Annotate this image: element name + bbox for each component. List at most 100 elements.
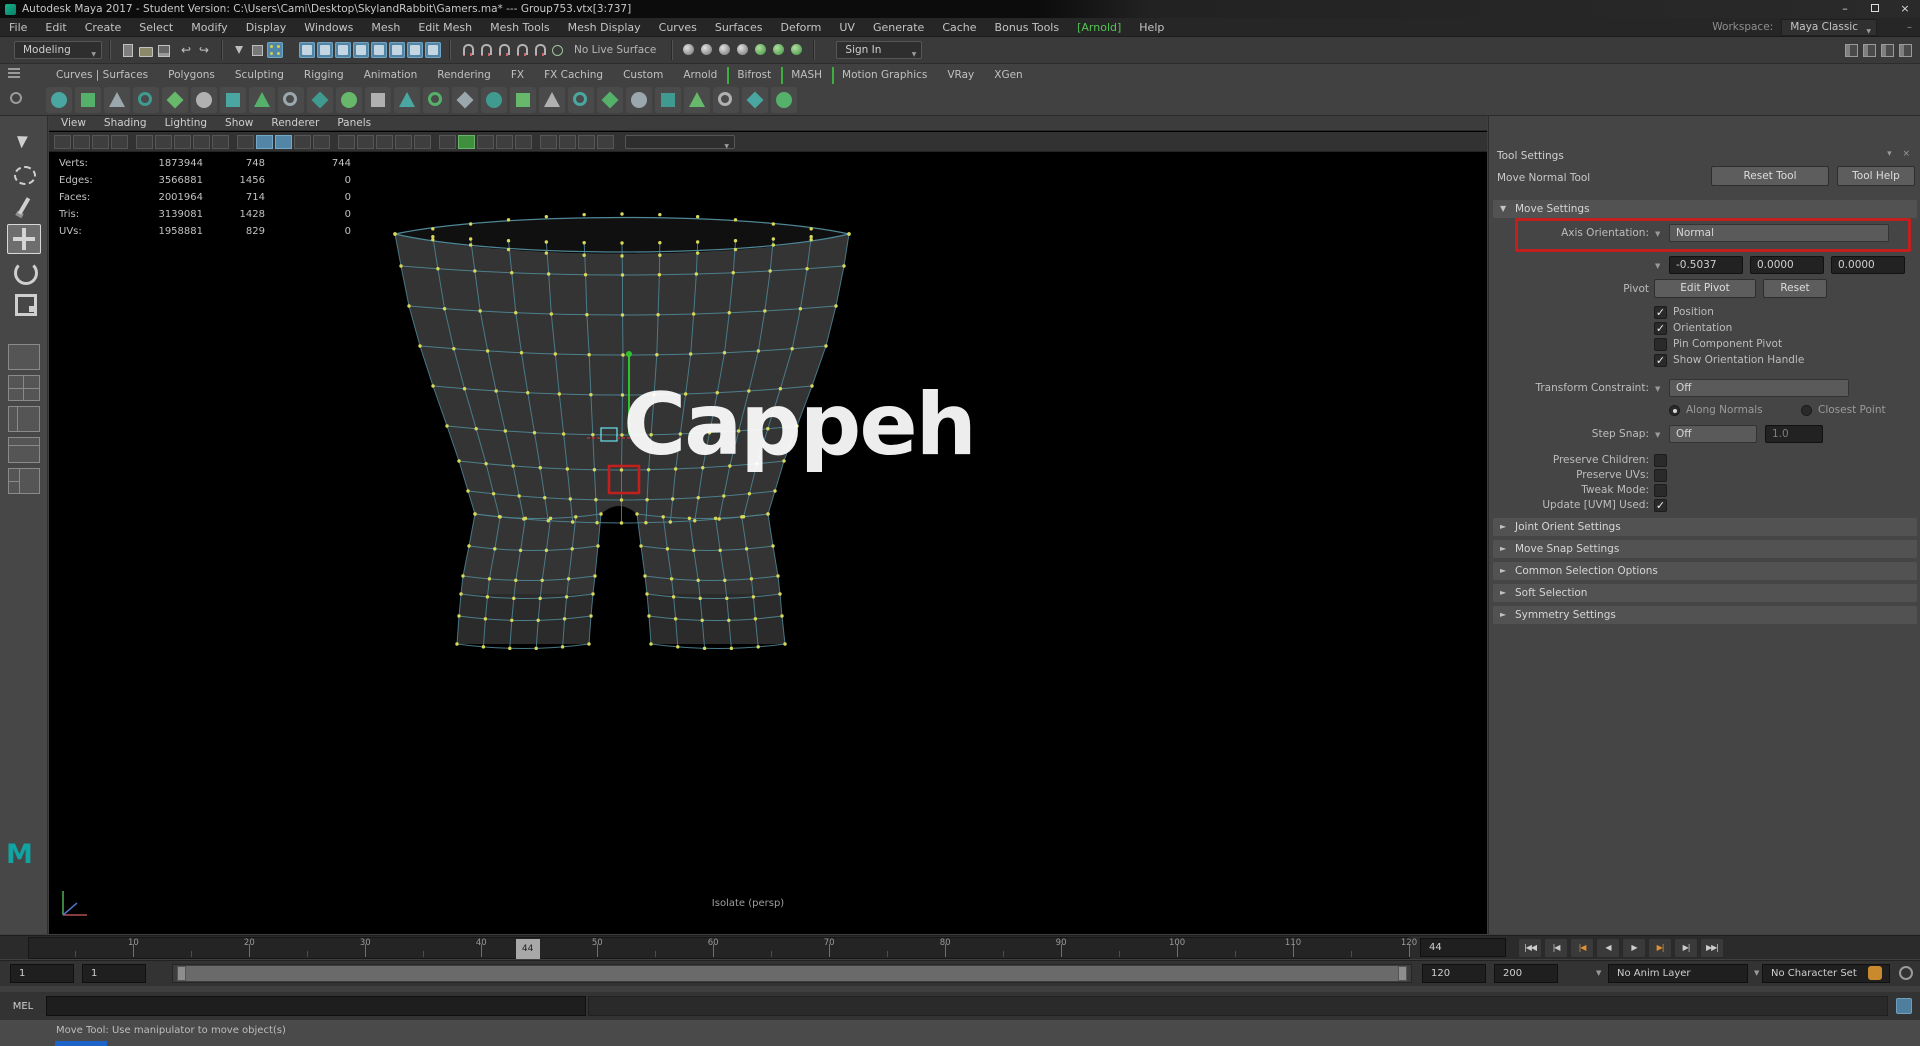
select-object-icon[interactable] [249,42,265,58]
axis-y-field[interactable]: 0.0000 [1750,256,1824,274]
viewport-menu-shading[interactable]: Shading [104,117,147,129]
workspace-selector[interactable]: Maya Classic [1781,19,1877,36]
shelf-cube-icon[interactable] [75,87,101,113]
viewport-toolbar-icon-22[interactable] [477,135,494,149]
shelf-tab-custom[interactable]: Custom [613,67,673,84]
shelf-tab-mash[interactable]: MASH [781,67,832,84]
tweak-mode-checkbox[interactable] [1654,484,1667,497]
viewport-menu-show[interactable]: Show [225,117,253,129]
move-settings-section-header[interactable]: ▼ Move Settings [1493,200,1917,218]
preserve-uvs-checkbox[interactable] [1654,469,1667,482]
outliner-persp-layout[interactable] [8,468,40,494]
viewport-toolbar-icon-14[interactable] [313,135,330,149]
sign-in-dropdown[interactable]: Sign In [836,41,922,59]
axis-z-field[interactable]: 0.0000 [1831,256,1905,274]
ipr-render-icon[interactable] [699,42,715,58]
redo-icon[interactable] [197,42,213,58]
undo-icon[interactable] [179,42,195,58]
shelf-gear-icon[interactable] [10,92,22,104]
snap-point-icon[interactable] [495,42,511,58]
playback-end-field[interactable]: 120 [1422,964,1486,983]
menu-windows[interactable]: Windows [295,18,362,37]
menu-display[interactable]: Display [237,18,296,37]
perspective-viewport[interactable]: ViewShadingLightingShowRendererPanels Ve… [49,116,1487,934]
file-new-icon[interactable] [119,42,135,58]
step-back-frame-button[interactable]: |◀ [1544,938,1568,958]
menu-create[interactable]: Create [76,18,131,37]
axis-x-field[interactable]: -0.5037 [1669,256,1743,274]
shelf-tab-fx-caching[interactable]: FX Caching [534,67,613,84]
script-editor-icon[interactable] [1896,998,1912,1014]
viewport-toolbar-icon-12[interactable] [275,135,292,149]
tool-help-button[interactable]: Tool Help [1837,166,1915,186]
menu-help[interactable]: Help [1130,18,1173,37]
shelf-ultra-shape-icon[interactable] [510,87,536,113]
arnold-ipr-icon[interactable] [771,42,787,58]
viewport-toolbar-icon-16[interactable] [357,135,374,149]
viewport-menu-renderer[interactable]: Renderer [271,117,319,129]
modeling-toolkit-toggle[interactable] [1897,42,1913,58]
lasso-tool[interactable] [7,160,41,190]
shelf-boolean-intersection-icon[interactable] [771,87,797,113]
viewport-toolbar-icon-15[interactable] [338,135,355,149]
mask-deformers-icon[interactable] [371,42,387,58]
range-slider-bar[interactable] [177,966,1407,981]
panel-dock-icons[interactable]: ▾ × [1887,149,1914,159]
viewport-toolbar-icon-9[interactable] [212,135,229,149]
shelf-sculpt-icon[interactable] [539,87,565,113]
range-handle-left[interactable] [177,966,186,981]
shelf-poly-text-icon[interactable] [568,87,594,113]
shelf-tab-xgen[interactable]: XGen [984,67,1032,84]
single-pane-layout[interactable] [8,344,40,370]
mask-dynamics-icon[interactable] [389,42,405,58]
go-to-end-button[interactable]: ▶▶| [1700,938,1724,958]
viewport-toolbar-icon-1[interactable] [54,135,71,149]
viewport-toolbar-icon-10[interactable] [237,135,254,149]
shelf-cylinder-icon[interactable] [104,87,130,113]
mask-surfaces-icon[interactable] [353,42,369,58]
mel-input[interactable] [46,996,586,1016]
step-forward-frame-button[interactable]: ▶| [1674,938,1698,958]
shelf-extract-icon[interactable] [684,87,710,113]
viewport-canvas[interactable]: Verts:1873944748744Edges:356688114560Fac… [49,153,1487,934]
arnold-render-icon[interactable] [753,42,769,58]
shelf-tab-animation[interactable]: Animation [354,67,428,84]
shelf-platonic-icon[interactable] [249,87,275,113]
menu-mesh-display[interactable]: Mesh Display [559,18,650,37]
section-move-snap-settings[interactable]: ►Move Snap Settings [1493,540,1917,558]
file-save-icon[interactable] [155,42,171,58]
play-forwards-button[interactable]: ▶ [1622,938,1646,958]
transform-constraint-dropdown[interactable]: Off [1669,379,1849,397]
viewport-menu-lighting[interactable]: Lighting [165,117,207,129]
snap-projected-center-icon[interactable] [513,42,529,58]
section-soft-selection[interactable]: ►Soft Selection [1493,584,1917,602]
step-forward-key-button[interactable]: ▶| [1648,938,1672,958]
shelf-gear-icon[interactable] [394,87,420,113]
snap-curve-icon[interactable] [477,42,493,58]
menu-cache[interactable]: Cache [933,18,985,37]
window-close-button[interactable]: × [1890,0,1920,18]
menu-arnold[interactable]: [Arnold] [1068,18,1130,37]
position-checkbox[interactable]: ✓ [1654,306,1667,319]
menu-uv[interactable]: UV [830,18,864,37]
timeline-playhead[interactable]: 44 [516,939,540,959]
menubar-collapse-icon[interactable]: – [1907,22,1912,33]
viewport-toolbar-icon-26[interactable] [559,135,576,149]
mask-misc-icon[interactable] [425,42,441,58]
shelf-tab-fx[interactable]: FX [501,67,534,84]
preserve-children-checkbox[interactable] [1654,454,1667,467]
viewport-toolbar-icon-19[interactable] [414,135,431,149]
snap-view-plane-icon[interactable] [531,42,547,58]
playback-start-field[interactable]: 1 [82,964,146,983]
pin-component-pivot-checkbox[interactable] [1654,338,1667,351]
shelf-pyramid-icon[interactable] [278,87,304,113]
viewport-toolbar-icon-25[interactable] [540,135,557,149]
viewport-toolbar-icon-7[interactable] [174,135,191,149]
window-maximize-button[interactable] [1860,0,1890,18]
window-minimize-button[interactable]: – [1830,0,1860,18]
viewport-toolbar-icon-13[interactable] [294,135,311,149]
make-live-icon[interactable] [549,42,565,58]
render-current-frame-icon[interactable] [681,42,697,58]
shelf-soccer-ball-icon[interactable] [423,87,449,113]
shelf-tab-arnold[interactable]: Arnold [673,67,727,84]
